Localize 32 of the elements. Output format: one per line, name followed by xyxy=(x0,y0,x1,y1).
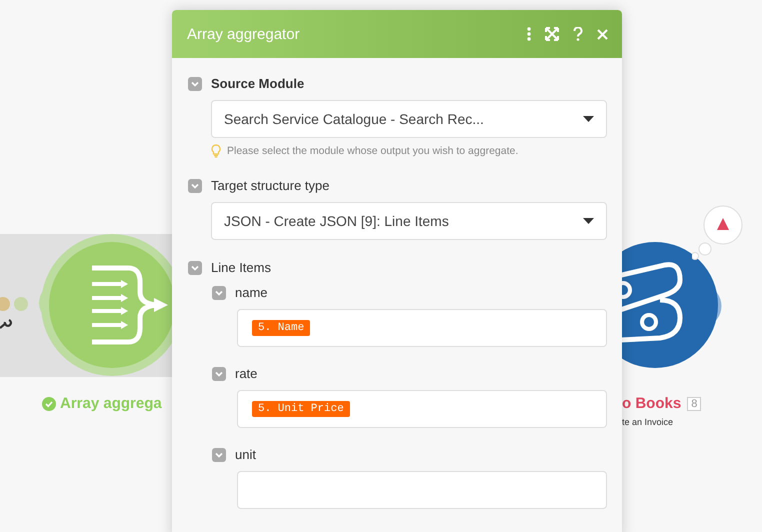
help-icon[interactable] xyxy=(573,27,583,41)
mapped-value-tag: 5. Unit Price xyxy=(252,401,350,417)
collapse-toggle-icon[interactable] xyxy=(212,366,226,380)
module-number: 8 xyxy=(687,396,702,410)
field-label: name xyxy=(235,285,268,300)
module-label: Array aggrega xyxy=(60,395,162,412)
field-label: Source Module xyxy=(211,76,304,91)
collapse-toggle-icon[interactable] xyxy=(212,448,226,462)
mapped-value-tag: 5. Name xyxy=(252,320,310,336)
collapse-toggle-icon[interactable] xyxy=(188,178,202,192)
module-label: o Books xyxy=(622,395,682,412)
lightbulb-icon xyxy=(211,144,221,158)
field-label: unit xyxy=(235,447,256,462)
status-dot xyxy=(0,297,10,311)
select-dropdown[interactable]: JSON - Create JSON [9]: Line Items xyxy=(211,202,607,240)
expand-icon[interactable] xyxy=(545,27,559,41)
caret-icon xyxy=(583,218,594,224)
wrench-icon xyxy=(0,318,12,330)
select-dropdown[interactable]: Search Service Catalogue - Search Rec... xyxy=(211,100,607,138)
module-subtitle: te an Invoice xyxy=(622,417,674,427)
close-icon[interactable] xyxy=(597,28,608,40)
hint-text: Please select the module whose output you wish to aggregate. xyxy=(227,145,518,157)
dialog-title: Array aggregator xyxy=(187,26,301,42)
field-label: rate xyxy=(235,366,258,381)
caret-icon xyxy=(583,116,594,122)
collapse-toggle-icon[interactable] xyxy=(188,260,202,274)
more-options-icon[interactable] xyxy=(527,27,531,41)
collapse-toggle-icon[interactable] xyxy=(188,76,202,90)
input-field[interactable] xyxy=(237,471,607,509)
collapse-toggle-icon[interactable] xyxy=(212,286,226,300)
field-label: Line Items xyxy=(211,260,271,275)
field-label: Target structure type xyxy=(211,178,330,193)
